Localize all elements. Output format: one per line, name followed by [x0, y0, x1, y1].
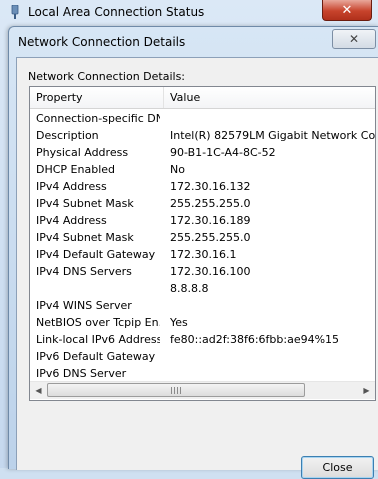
- dialog-titlebar[interactable]: Network Connection Details: [9, 27, 378, 57]
- property-cell: IPv6 DNS Server: [36, 367, 127, 380]
- list-item[interactable]: Connection-specific DN...: [30, 110, 375, 127]
- value-cell: 255.255.255.0: [170, 231, 251, 244]
- value-cell: fe80::ad2f:38f6:6fbb:ae94%15: [170, 333, 340, 346]
- property-cell: IPv4 Subnet Mask: [36, 197, 134, 210]
- property-cell: DHCP Enabled: [36, 163, 116, 176]
- list-item[interactable]: IPv4 DNS Servers 172.30.16.100: [30, 263, 375, 280]
- list-item[interactable]: DHCP Enabled No: [30, 161, 375, 178]
- value-cell: Yes: [170, 316, 188, 329]
- list-item[interactable]: Description Intel(R) 82579LM Gigabit Netw…: [30, 127, 375, 144]
- property-cell: IPv4 Subnet Mask: [36, 231, 134, 244]
- property-cell: Description: [36, 129, 99, 142]
- back-window-title: Local Area Connection Status: [28, 5, 205, 19]
- list-item[interactable]: IPv6 Default Gateway: [30, 348, 375, 365]
- list-item[interactable]: IPv4 Subnet Mask 255.255.255.0: [30, 229, 375, 246]
- property-cell: Physical Address: [36, 146, 129, 159]
- list-item[interactable]: IPv6 DNS Server: [30, 365, 375, 382]
- dialog-close-button[interactable]: ✕: [332, 29, 376, 49]
- column-header-value[interactable]: Value: [164, 87, 375, 108]
- property-cell: IPv6 Default Gateway: [36, 350, 156, 363]
- property-cell: IPv4 WINS Server: [36, 299, 132, 312]
- list-item[interactable]: IPv4 Default Gateway 172.30.16.1: [30, 246, 375, 263]
- value-cell: 172.30.16.189: [170, 214, 251, 227]
- list-item[interactable]: NetBIOS over Tcpip En... Yes: [30, 314, 375, 331]
- property-cell: IPv4 Address: [36, 180, 107, 193]
- details-label: Network Connection Details:: [28, 70, 186, 83]
- scrollbar-grip: [171, 387, 181, 394]
- property-cell: IPv4 Address: [36, 214, 107, 227]
- value-cell: 8.8.8.8: [170, 282, 209, 295]
- scroll-right-arrow-icon[interactable]: ▶: [358, 382, 375, 399]
- property-cell: Link-local IPv6 Address: [36, 333, 160, 346]
- list-item[interactable]: Link-local IPv6 Address fe80::ad2f:38f6:6…: [30, 331, 375, 348]
- dialog-client-area: Network Connection Details: Property Val…: [16, 57, 378, 479]
- details-list-view[interactable]: Property Value Connection-specific DN...…: [29, 86, 376, 401]
- list-rows: Connection-specific DN... Description Inte…: [30, 110, 375, 382]
- value-cell: Intel(R) 82579LM Gigabit Network Conne: [170, 129, 375, 142]
- value-cell: 172.30.16.100: [170, 265, 251, 278]
- list-item[interactable]: IPv4 Subnet Mask 255.255.255.0: [30, 195, 375, 212]
- column-header-property[interactable]: Property: [30, 87, 164, 108]
- list-item[interactable]: IPv4 WINS Server: [30, 297, 375, 314]
- network-adapter-icon: [11, 5, 19, 19]
- back-window-close-button[interactable]: ✕: [322, 0, 372, 21]
- property-cell: NetBIOS over Tcpip En...: [36, 316, 160, 329]
- list-item[interactable]: 8.8.8.8: [30, 280, 375, 297]
- dialog-title: Network Connection Details: [18, 35, 186, 49]
- list-item[interactable]: IPv4 Address 172.30.16.132: [30, 178, 375, 195]
- list-item[interactable]: Physical Address 90-B1-1C-A4-8C-52: [30, 144, 375, 161]
- list-header: Property Value: [30, 87, 375, 109]
- horizontal-scrollbar[interactable]: ◀ ▶: [30, 381, 375, 399]
- scrollbar-thumb[interactable]: [47, 383, 305, 397]
- scroll-left-arrow-icon[interactable]: ◀: [30, 382, 47, 399]
- network-connection-details-dialog: Network Connection Details ✕ Network Con…: [8, 26, 378, 479]
- value-cell: 90-B1-1C-A4-8C-52: [170, 146, 276, 159]
- property-cell: IPv4 DNS Servers: [36, 265, 132, 278]
- value-cell: 255.255.255.0: [170, 197, 251, 210]
- property-cell: IPv4 Default Gateway: [36, 248, 156, 261]
- value-cell: 172.30.16.132: [170, 180, 251, 193]
- property-cell: Connection-specific DN...: [36, 112, 160, 125]
- list-item[interactable]: IPv4 Address 172.30.16.189: [30, 212, 375, 229]
- value-cell: No: [170, 163, 185, 176]
- value-cell: 172.30.16.1: [170, 248, 237, 261]
